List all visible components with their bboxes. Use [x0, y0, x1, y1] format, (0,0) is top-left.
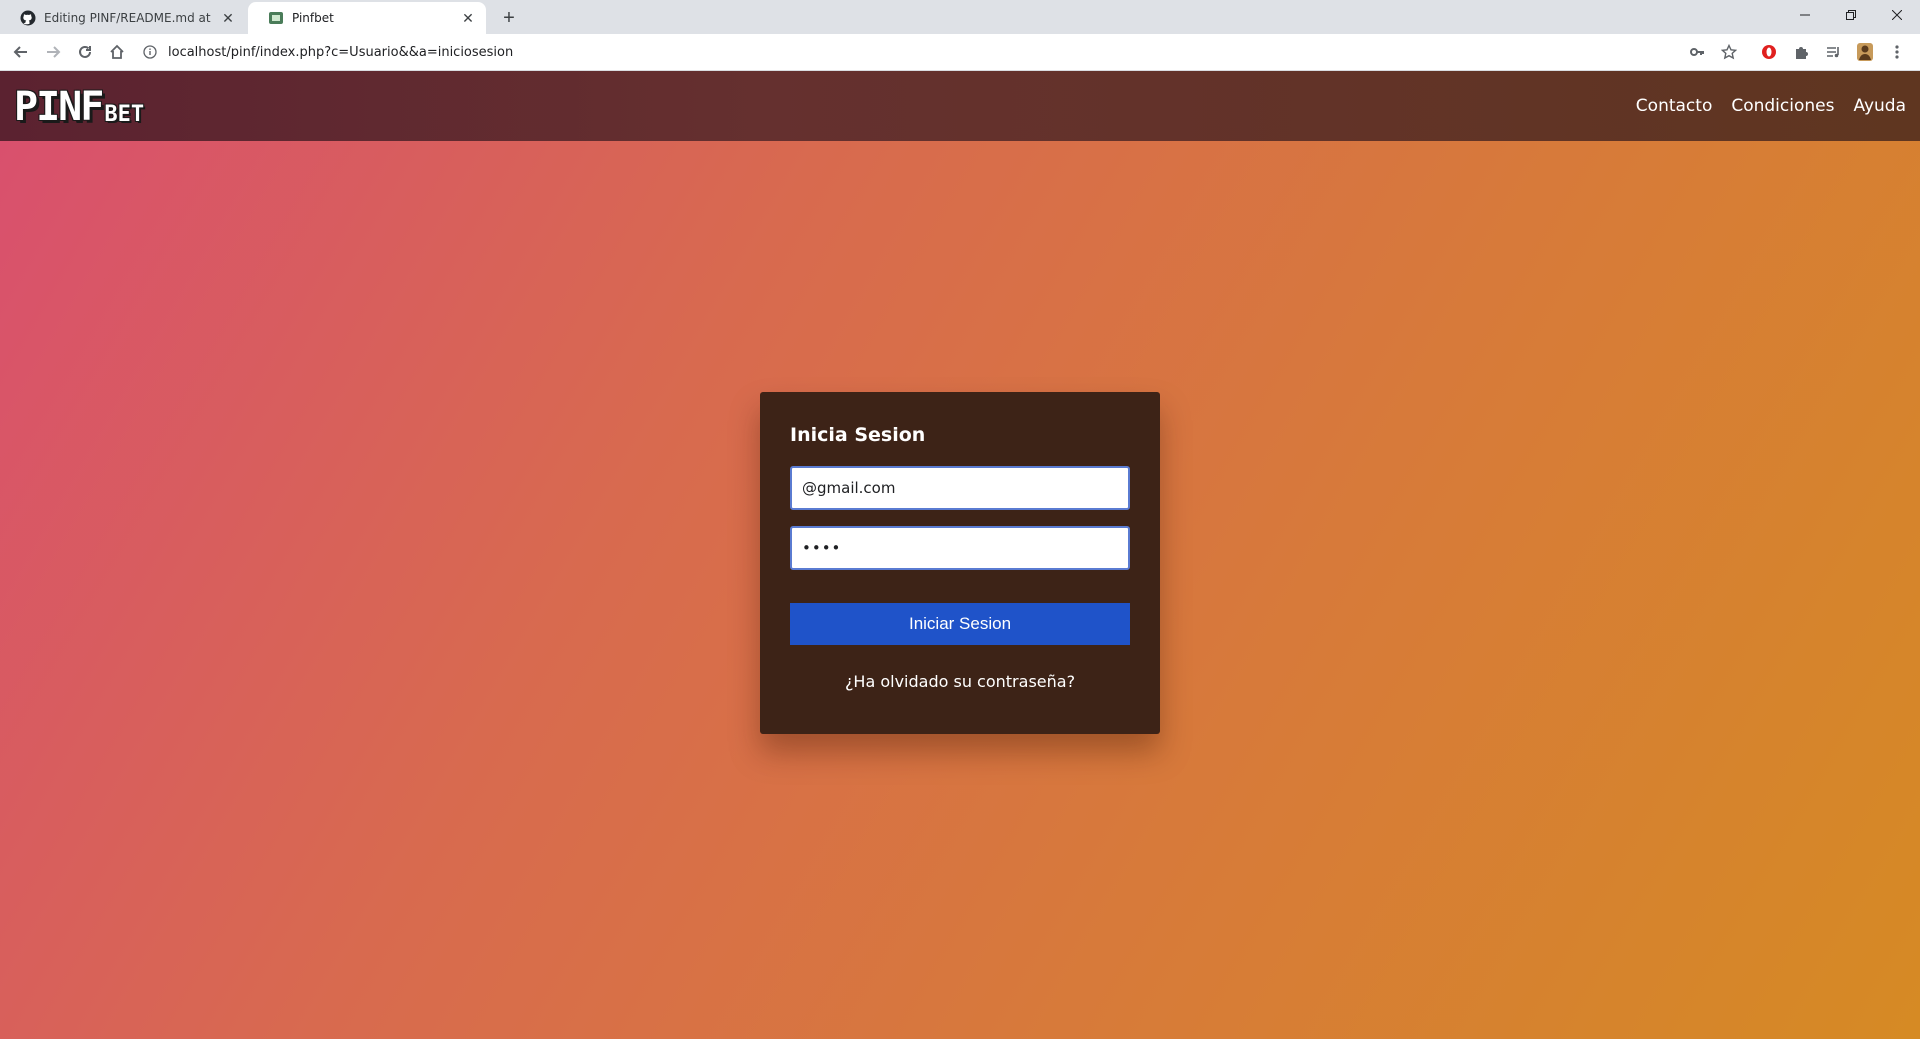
logo-subtext: BET — [104, 102, 145, 127]
nav-link-condiciones[interactable]: Condiciones — [1731, 96, 1834, 116]
email-field[interactable] — [790, 466, 1130, 510]
forgot-password-link[interactable]: ¿Ha olvidado su contraseña? — [790, 672, 1130, 691]
minimize-icon[interactable] — [1782, 0, 1828, 30]
logo-text: PINF — [14, 84, 104, 130]
forward-icon[interactable] — [40, 39, 66, 65]
nav-link-contacto[interactable]: Contacto — [1636, 96, 1713, 116]
browser-toolbar: localhost/pinf/index.php?c=Usuario&&a=in… — [0, 34, 1920, 71]
close-tab-icon[interactable]: ✕ — [220, 10, 236, 26]
login-card: Inicia Sesion Iniciar Sesion ¿Ha olvidad… — [760, 392, 1160, 734]
site-header: PINF BET Contacto Condiciones Ayuda — [0, 71, 1920, 141]
site-icon — [268, 10, 284, 26]
profile-icon[interactable] — [1852, 39, 1878, 65]
info-icon[interactable] — [142, 44, 158, 60]
site-nav: Contacto Condiciones Ayuda — [1636, 71, 1906, 141]
password-field[interactable] — [790, 526, 1130, 570]
login-title: Inicia Sesion — [790, 424, 926, 446]
tab-title: Pinfbet — [292, 11, 334, 25]
puzzle-icon[interactable] — [1788, 39, 1814, 65]
key-icon[interactable] — [1684, 39, 1710, 65]
opera-icon[interactable] — [1756, 39, 1782, 65]
new-tab-button[interactable]: + — [498, 7, 520, 29]
tab-strip: Editing PINF/README.md at mas ✕ Pinfbet … — [0, 0, 1920, 34]
tab-github[interactable]: Editing PINF/README.md at mas ✕ — [0, 2, 246, 34]
back-icon[interactable] — [8, 39, 34, 65]
menu-icon[interactable] — [1884, 39, 1910, 65]
close-tab-icon[interactable]: ✕ — [460, 10, 476, 26]
login-button[interactable]: Iniciar Sesion — [790, 603, 1130, 645]
restore-icon[interactable] — [1828, 0, 1874, 30]
page-body: PINF BET Contacto Condiciones Ayuda Inic… — [0, 71, 1920, 1039]
home-icon[interactable] — [104, 39, 130, 65]
star-icon[interactable] — [1716, 39, 1742, 65]
nav-link-ayuda[interactable]: Ayuda — [1853, 96, 1906, 116]
tab-pinfbet[interactable]: Pinfbet ✕ — [248, 2, 486, 34]
address-bar[interactable]: localhost/pinf/index.php?c=Usuario&&a=in… — [142, 37, 1712, 67]
media-icon[interactable] — [1820, 39, 1846, 65]
tab-title: Editing PINF/README.md at mas — [44, 11, 214, 25]
github-icon — [20, 10, 36, 26]
url-text: localhost/pinf/index.php?c=Usuario&&a=in… — [168, 44, 514, 60]
reload-icon[interactable] — [72, 39, 98, 65]
close-icon[interactable] — [1874, 0, 1920, 30]
site-logo[interactable]: PINF BET — [14, 83, 144, 129]
